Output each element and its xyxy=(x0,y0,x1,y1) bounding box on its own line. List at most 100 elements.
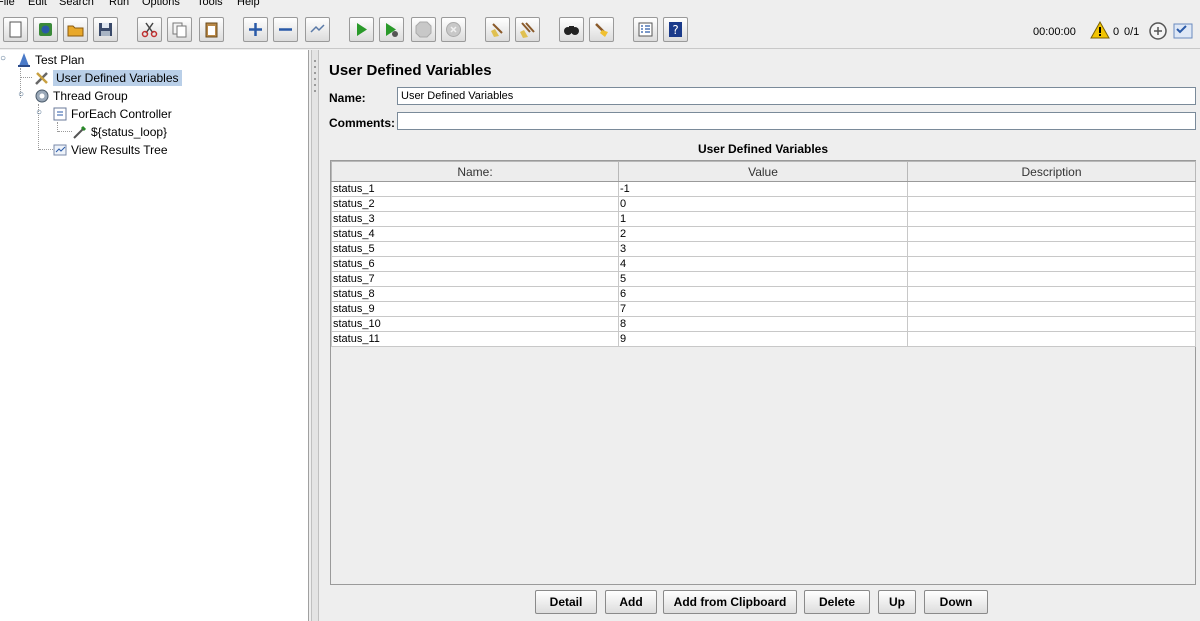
menu-help[interactable]: Help xyxy=(237,0,260,9)
table-body: status_1 -1 status_2 0 status_3 1 status_4 2 sta… xyxy=(331,181,1196,347)
expand-icon[interactable] xyxy=(243,17,268,42)
value-cell[interactable]: 6 xyxy=(618,286,908,302)
clear-all-icon[interactable] xyxy=(515,17,540,42)
value-cell[interactable]: 9 xyxy=(618,331,908,347)
tree-item-sampler[interactable]: ${status_loop} xyxy=(72,124,167,140)
value-cell[interactable]: 8 xyxy=(618,316,908,332)
name-cell[interactable]: status_6 xyxy=(331,256,619,272)
column-header-value[interactable]: Value xyxy=(618,161,908,182)
new-icon[interactable] xyxy=(3,17,28,42)
toggle-icon[interactable] xyxy=(305,17,330,42)
down-button[interactable]: Down xyxy=(924,590,988,614)
tree-item-view-results-tree[interactable]: View Results Tree xyxy=(52,142,168,158)
value-cell[interactable]: 2 xyxy=(618,226,908,242)
description-cell[interactable] xyxy=(907,286,1196,302)
name-cell[interactable]: status_4 xyxy=(331,226,619,242)
table-row[interactable]: status_5 3 xyxy=(331,241,1196,257)
split-pane-divider[interactable] xyxy=(311,50,319,621)
table-header-row: Name: Value Description xyxy=(331,161,1196,182)
description-cell[interactable] xyxy=(907,271,1196,287)
table-row[interactable]: status_3 1 xyxy=(331,211,1196,227)
description-cell[interactable] xyxy=(907,316,1196,332)
column-header-description[interactable]: Description xyxy=(907,161,1196,182)
table-row[interactable]: status_4 2 xyxy=(331,226,1196,242)
templates-icon[interactable] xyxy=(33,17,58,42)
menu-options[interactable]: Options xyxy=(142,0,180,9)
name-field[interactable] xyxy=(397,87,1196,105)
menu-search[interactable]: Search xyxy=(59,0,94,9)
tree-item-label: Test Plan xyxy=(35,53,85,67)
save-icon[interactable] xyxy=(93,17,118,42)
menu-file[interactable]: File xyxy=(0,0,15,9)
name-cell[interactable]: status_9 xyxy=(331,301,619,317)
delete-button[interactable]: Delete xyxy=(804,590,870,614)
name-cell[interactable]: status_5 xyxy=(331,241,619,257)
clear-icon[interactable] xyxy=(485,17,510,42)
description-cell[interactable] xyxy=(907,241,1196,257)
open-icon[interactable] xyxy=(63,17,88,42)
description-cell[interactable] xyxy=(907,331,1196,347)
copy-icon[interactable] xyxy=(167,17,192,42)
help-icon[interactable]: ? xyxy=(663,17,688,42)
function-helper-icon[interactable] xyxy=(633,17,658,42)
value-cell[interactable]: 1 xyxy=(618,211,908,227)
table-row[interactable]: status_8 6 xyxy=(331,286,1196,302)
add-button[interactable]: Add xyxy=(605,590,657,614)
name-cell[interactable]: status_3 xyxy=(331,211,619,227)
value-cell[interactable]: 5 xyxy=(618,271,908,287)
thread-group-gear-icon xyxy=(35,89,49,103)
up-button[interactable]: Up xyxy=(878,590,916,614)
tree-item-foreach-controller[interactable]: ForEach Controller xyxy=(52,106,172,122)
table-row[interactable]: status_2 0 xyxy=(331,196,1196,212)
stop-icon[interactable] xyxy=(411,17,436,42)
reset-search-icon[interactable] xyxy=(589,17,614,42)
menu-tools[interactable]: Tools xyxy=(197,0,223,9)
shutdown-icon[interactable] xyxy=(441,17,466,42)
table-row[interactable]: status_11 9 xyxy=(331,331,1196,347)
search-icon[interactable] xyxy=(559,17,584,42)
column-header-name[interactable]: Name: xyxy=(331,161,619,182)
value-cell[interactable]: -1 xyxy=(618,181,908,197)
name-cell[interactable]: status_10 xyxy=(331,316,619,332)
start-icon[interactable] xyxy=(349,17,374,42)
table-row[interactable]: status_7 5 xyxy=(331,271,1196,287)
description-cell[interactable] xyxy=(907,256,1196,272)
collapse-handle-icon[interactable]: ○ xyxy=(18,90,26,100)
add-from-clipboard-button[interactable]: Add from Clipboard xyxy=(663,590,797,614)
table-row[interactable]: status_1 -1 xyxy=(331,181,1196,197)
value-cell[interactable]: 4 xyxy=(618,256,908,272)
comments-field[interactable] xyxy=(397,112,1196,130)
value-cell[interactable]: 7 xyxy=(618,301,908,317)
elapsed-timer: 00:00:00 xyxy=(1033,26,1076,38)
name-cell[interactable]: status_1 xyxy=(331,181,619,197)
description-cell[interactable] xyxy=(907,211,1196,227)
name-cell[interactable]: status_2 xyxy=(331,196,619,212)
description-cell[interactable] xyxy=(907,196,1196,212)
tree-item-user-defined-variables[interactable]: User Defined Variables xyxy=(34,70,182,86)
paste-icon[interactable] xyxy=(199,17,224,42)
value-cell[interactable]: 0 xyxy=(618,196,908,212)
collapse-icon[interactable] xyxy=(273,17,298,42)
value-cell[interactable]: 3 xyxy=(618,241,908,257)
tree-item-thread-group[interactable]: Thread Group xyxy=(34,88,128,104)
cut-icon[interactable] xyxy=(137,17,162,42)
description-cell[interactable] xyxy=(907,226,1196,242)
name-cell[interactable]: status_11 xyxy=(331,331,619,347)
table-row[interactable]: status_6 4 xyxy=(331,256,1196,272)
detail-button[interactable]: Detail xyxy=(535,590,597,614)
description-cell[interactable] xyxy=(907,301,1196,317)
menu-edit[interactable]: Edit xyxy=(28,0,47,9)
collapse-handle-icon[interactable]: ○ xyxy=(36,108,44,118)
tree-item-test-plan[interactable]: Test Plan xyxy=(16,52,84,68)
menu-run[interactable]: Run xyxy=(109,0,129,9)
collapse-handle-icon[interactable]: ○ xyxy=(0,54,8,64)
table-row[interactable]: status_10 8 xyxy=(331,316,1196,332)
warning-icon[interactable] xyxy=(1090,21,1110,39)
table-row[interactable]: status_9 7 xyxy=(331,301,1196,317)
remote-engines-icon[interactable] xyxy=(1148,21,1168,41)
log-viewer-icon[interactable] xyxy=(1172,21,1194,41)
name-cell[interactable]: status_8 xyxy=(331,286,619,302)
start-no-pauses-icon[interactable] xyxy=(379,17,404,42)
name-cell[interactable]: status_7 xyxy=(331,271,619,287)
description-cell[interactable] xyxy=(907,181,1196,197)
